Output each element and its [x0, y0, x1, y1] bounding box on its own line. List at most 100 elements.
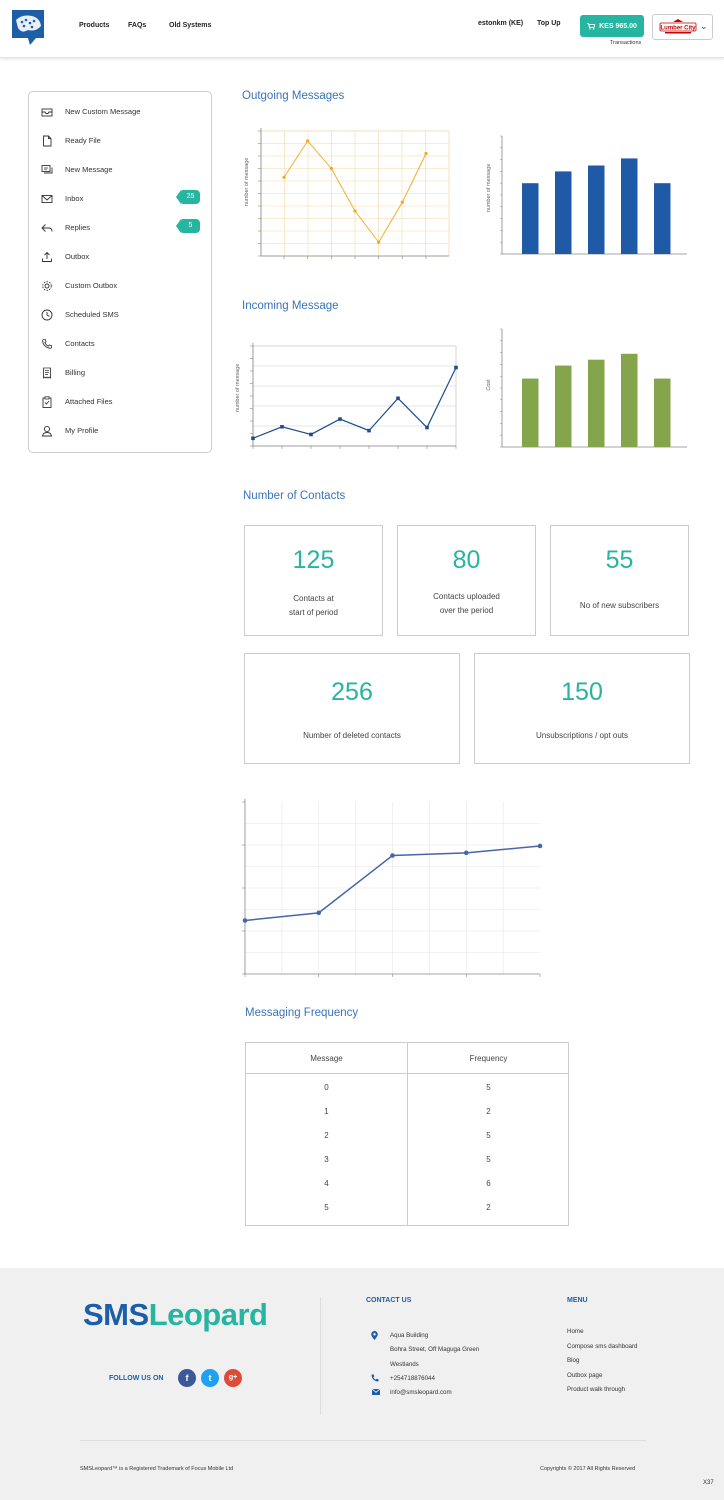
bar	[621, 158, 638, 254]
file-icon	[43, 135, 52, 147]
footer-rule	[80, 1440, 646, 1441]
footer-menu-compose[interactable]: Compose sms dashboard	[567, 1343, 638, 1350]
card-label: over the period	[439, 606, 494, 615]
phone-icon	[371, 1374, 379, 1382]
gear-icon	[42, 281, 52, 291]
bar	[588, 359, 605, 447]
sidebar-item-my-profile[interactable]: My Profile	[29, 421, 211, 441]
card-value: 150	[561, 678, 603, 706]
nav-old-systems[interactable]: Old Systems	[169, 22, 211, 29]
card-label: No of new subscribers	[579, 601, 660, 610]
sidebar-item-replies[interactable]: Replies 5	[29, 218, 211, 238]
sidebar-item-inbox[interactable]: Inbox 25	[29, 189, 211, 209]
frequency-title: Messaging Frequency	[245, 1007, 359, 1019]
user-name[interactable]: estonkm (KE)	[478, 20, 523, 27]
contact-card: 80 Contacts uploaded over the period	[397, 525, 536, 636]
sidebar-item-outbox[interactable]: Outbox	[29, 247, 211, 267]
card-value: 125	[292, 546, 335, 574]
clipboard-icon	[42, 396, 52, 408]
data-point	[280, 424, 284, 429]
y-axis-label: number of message	[486, 164, 492, 213]
card-label: Unsubscriptions / opt outs	[535, 731, 629, 740]
logo-leopard-text: Leopard	[148, 1297, 268, 1332]
data-point	[309, 432, 313, 437]
email-link[interactable]: info@smsleopard.com	[390, 1389, 452, 1396]
y-axis-label: number of message	[244, 158, 250, 207]
sidebar-item-label: Contacts	[65, 339, 95, 348]
y-axis-label: Cost	[486, 379, 492, 391]
message-cell: 4	[324, 1179, 329, 1188]
nav-products[interactable]: Products	[79, 22, 109, 29]
account-dropdown[interactable]: Lumber City ⌄	[652, 14, 713, 40]
frequency-cell: 2	[486, 1107, 491, 1116]
data-point	[316, 910, 322, 916]
address-line: Bohra Street, Off Maguga Green	[390, 1346, 480, 1353]
frequency-cell: 5	[486, 1155, 491, 1164]
data-point	[329, 166, 333, 171]
nav-faqs[interactable]: FAQs	[128, 22, 146, 29]
footer-logo[interactable]: SMSLeopard	[83, 1297, 268, 1333]
account-logo-icon: Lumber City	[659, 19, 697, 34]
data-point	[306, 139, 310, 143]
chat-icon	[41, 165, 53, 174]
data-point	[424, 151, 428, 156]
logo-sms-text: SMS	[83, 1297, 149, 1332]
location-pin-icon	[371, 1331, 378, 1340]
menu-title: MENU	[567, 1297, 588, 1304]
sidebar-item-new-custom-message[interactable]: New Custom Message	[29, 102, 211, 122]
data-point	[400, 200, 404, 204]
leopard-logo-icon[interactable]	[10, 8, 46, 46]
sidebar-item-ready-file[interactable]: Ready File	[29, 131, 211, 151]
contact-card: 150 Unsubscriptions / opt outs	[474, 653, 690, 764]
twitter-icon[interactable]: t	[201, 1369, 219, 1387]
card-value: 256	[331, 678, 373, 706]
sidebar-item-label: Ready File	[65, 136, 101, 145]
incoming-title: Incoming Message	[242, 300, 339, 312]
user-icon	[41, 425, 53, 437]
facebook-icon[interactable]: f	[178, 1369, 196, 1387]
balance-button[interactable]: KES 965.00	[580, 15, 644, 37]
message-cell: 1	[324, 1107, 329, 1116]
sidebar-item-label: New Message	[65, 165, 113, 174]
bar	[654, 183, 671, 254]
transactions-link[interactable]: Transactions	[610, 40, 641, 46]
phone-icon	[42, 339, 52, 349]
y-axis-label: number of message	[235, 364, 241, 413]
data-point	[454, 365, 458, 370]
outgoing-title: Outgoing Messages	[242, 90, 345, 102]
reply-icon	[41, 224, 53, 232]
sidebar-item-label: Custom Outbox	[65, 281, 118, 290]
balance-amount: KES 965.00	[599, 22, 637, 30]
google-plus-icon[interactable]: g+	[224, 1369, 242, 1387]
sidebar-item-label: Scheduled SMS	[65, 310, 119, 319]
message-cell: 0	[324, 1083, 329, 1092]
card-label: Number of deleted contacts	[303, 731, 401, 740]
bar	[555, 171, 572, 254]
sidebar-item-scheduled-sms[interactable]: Scheduled SMS	[29, 305, 211, 325]
sidebar-item-new-message[interactable]: New Message	[29, 160, 211, 180]
sidebar-item-billing[interactable]: Billing	[29, 363, 211, 383]
phone-number[interactable]: +254718876044	[390, 1375, 435, 1382]
sidebar-item-custom-outbox[interactable]: Custom Outbox	[29, 276, 211, 296]
bar	[621, 353, 638, 447]
topup-link[interactable]: Top Up	[537, 20, 561, 27]
frequency-cell: 2	[486, 1203, 491, 1212]
sidebar-item-attached-files[interactable]: Attached Files	[29, 392, 211, 412]
sidebar-item-label: My Profile	[65, 426, 99, 435]
upload-icon	[42, 251, 52, 262]
footer-menu-outbox[interactable]: Outbox page	[567, 1372, 602, 1379]
bar	[522, 378, 539, 447]
footer-menu-walkthrough[interactable]: Product walk through	[567, 1386, 625, 1393]
frequency-cell: 5	[486, 1083, 491, 1092]
address-line: Aqua Building	[390, 1332, 429, 1339]
address-line: Westlands	[390, 1361, 419, 1368]
sidebar: New Custom Message Ready File New Message I…	[28, 91, 212, 453]
sidebar-item-label: Inbox	[65, 194, 84, 203]
sidebar-item-contacts[interactable]: Contacts	[29, 334, 211, 354]
table-header: Frequency	[408, 1043, 569, 1074]
footer-menu-blog[interactable]: Blog	[567, 1357, 579, 1364]
footer-menu-home[interactable]: Home	[567, 1328, 584, 1335]
data-point	[425, 425, 429, 430]
frequency-cell: 6	[486, 1179, 491, 1188]
incoming-bar-chart: Cost	[486, 328, 687, 448]
